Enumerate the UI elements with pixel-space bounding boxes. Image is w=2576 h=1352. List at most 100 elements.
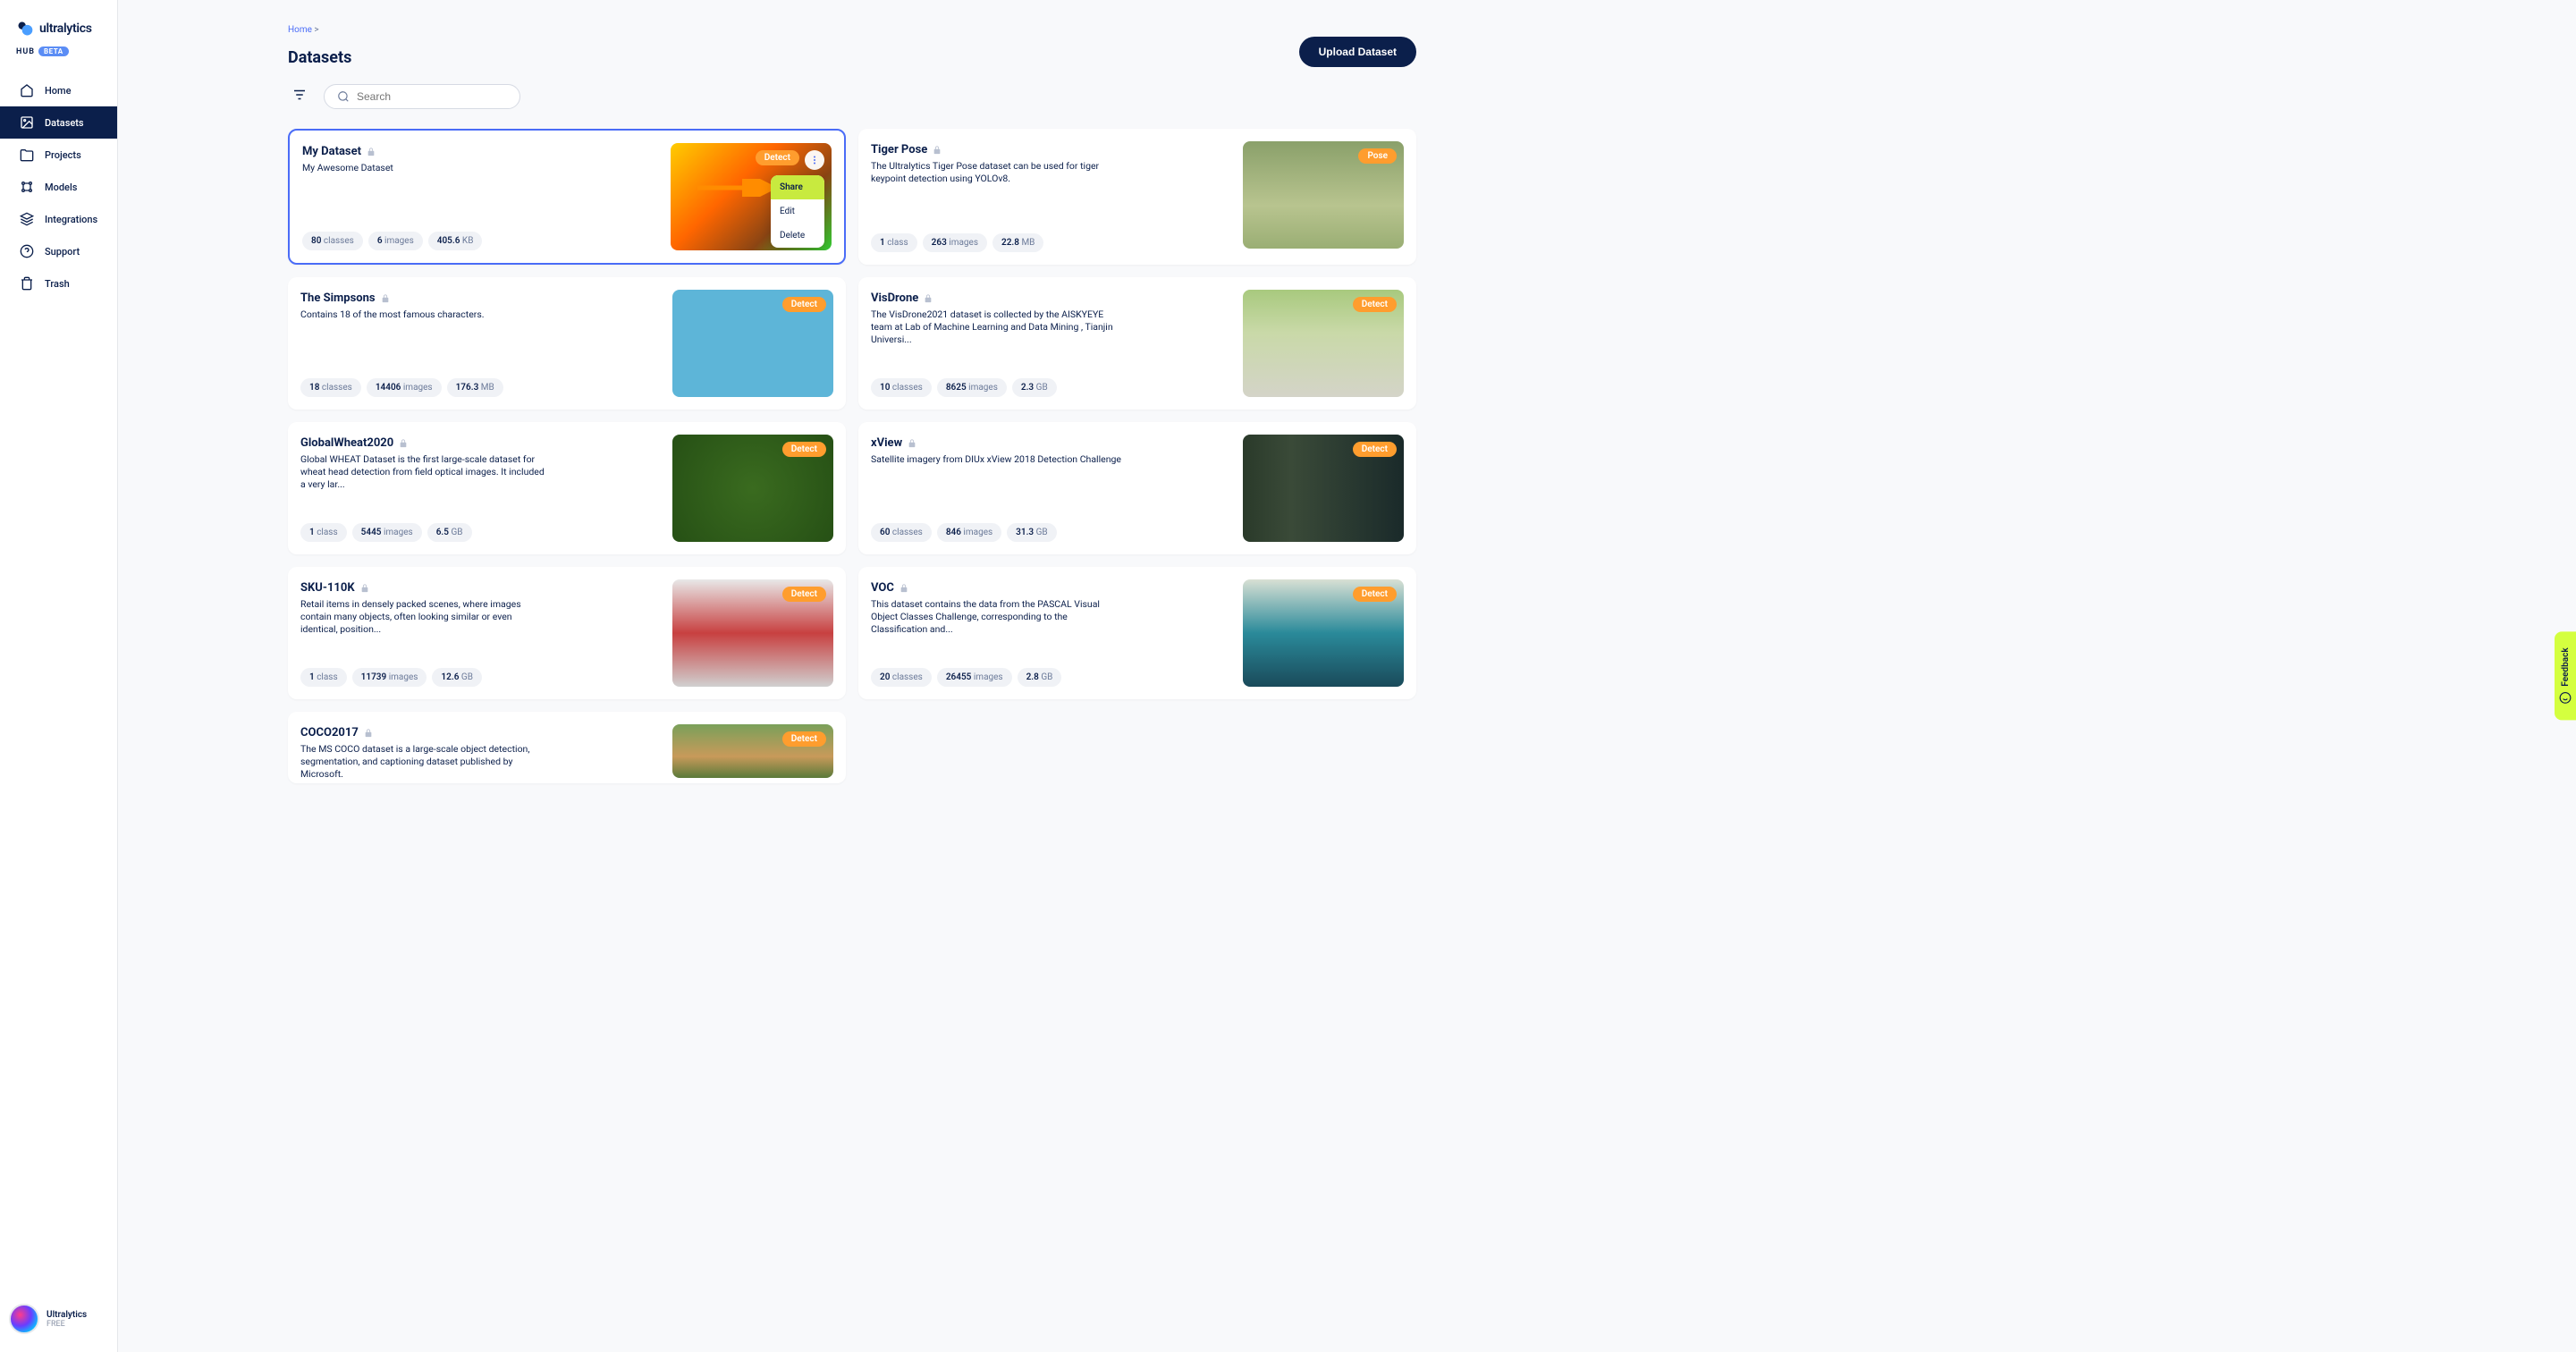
card-thumb: Pose <box>1243 141 1404 249</box>
sidebar: ultralytics HUB BETA Home Datasets Proje… <box>0 0 118 1352</box>
card-desc: Contains 18 of the most famous character… <box>300 308 551 321</box>
popup-edit[interactable]: Edit <box>771 199 824 224</box>
card-chips: 18 classes14406 images176.3 MB <box>300 378 660 397</box>
help-icon <box>20 244 34 258</box>
card-desc: Retail items in densely packed scenes, w… <box>300 598 551 637</box>
popup-delete[interactable]: Delete <box>771 224 824 248</box>
chip-classes: 10 classes <box>871 378 932 397</box>
lock-icon <box>360 579 369 596</box>
nav-projects[interactable]: Projects <box>0 139 117 171</box>
dataset-card[interactable]: xViewSatellite imagery from DIUx xView 2… <box>858 422 1416 554</box>
dataset-card[interactable]: SKU-110K Retail items in densely packed s… <box>288 567 846 699</box>
lock-icon <box>933 141 942 158</box>
card-body: VisDroneThe VisDrone2021 dataset is coll… <box>871 290 1230 397</box>
header-row: Datasets Upload Dataset <box>288 37 1416 67</box>
dataset-card[interactable]: GlobalWheat2020Global WHEAT Dataset is t… <box>288 422 846 554</box>
card-thumb: Detect <box>672 579 833 687</box>
chip-images: 14406 images <box>367 378 442 397</box>
chip-images: 846 images <box>937 523 1001 542</box>
feedback-icon <box>2559 692 2572 705</box>
dataset-card[interactable]: Tiger Pose The Ultralytics Tiger Pose dat… <box>858 129 1416 265</box>
card-body: SKU-110K Retail items in densely packed s… <box>300 579 660 687</box>
dataset-card[interactable]: VOCThis dataset contains the data from t… <box>858 567 1416 699</box>
dataset-card[interactable]: VisDroneThe VisDrone2021 dataset is coll… <box>858 277 1416 410</box>
card-body: The Simpsons Contains 18 of the most famo… <box>300 290 660 397</box>
card-desc: My Awesome Dataset <box>302 162 553 174</box>
nav-integrations[interactable]: Integrations <box>0 203 117 235</box>
nav: Home Datasets Projects Models Integratio… <box>0 67 117 307</box>
card-desc: The Ultralytics Tiger Pose dataset can b… <box>871 160 1121 185</box>
beta-pill: BETA <box>38 46 69 56</box>
chip-images: 11739 images <box>352 668 427 687</box>
nav-models[interactable]: Models <box>0 171 117 203</box>
nav-trash[interactable]: Trash <box>0 267 117 300</box>
nav-home[interactable]: Home <box>0 74 117 106</box>
lock-icon <box>908 435 916 452</box>
task-badge: Pose <box>1358 148 1397 164</box>
card-title-row: SKU-110K <box>300 579 660 596</box>
card-title-row: COCO2017 <box>300 724 660 741</box>
breadcrumb-home[interactable]: Home <box>288 25 312 35</box>
card-title: Tiger Pose <box>871 143 927 156</box>
card-title-row: My Dataset <box>302 143 658 160</box>
main-content: Home > Datasets Upload Dataset My Datase… <box>118 0 1470 1352</box>
card-thumb: Detect <box>1243 435 1404 542</box>
chip-classes: 1 class <box>300 668 347 687</box>
task-badge: Detect <box>1353 587 1397 602</box>
card-chips: 10 classes 8625 images 2.3 GB <box>871 378 1230 397</box>
user-plan: FREE <box>46 1320 87 1329</box>
sidebar-user[interactable]: Ultralytics FREE <box>0 1293 117 1352</box>
home-icon <box>20 83 34 97</box>
card-body: xViewSatellite imagery from DIUx xView 2… <box>871 435 1230 542</box>
dataset-card[interactable]: My Dataset My Awesome Dataset 80 classes6 … <box>288 129 846 265</box>
card-title: SKU-110K <box>300 581 355 595</box>
dataset-card[interactable]: The Simpsons Contains 18 of the most famo… <box>288 277 846 410</box>
logo-mark-icon <box>16 20 34 38</box>
card-chips: 1 class5445 images6.5 GB <box>300 523 660 542</box>
more-vertical-icon <box>809 155 820 165</box>
upload-dataset-button[interactable]: Upload Dataset <box>1299 37 1416 67</box>
chip-images: 8625 images <box>937 378 1007 397</box>
chip-images: 5445 images <box>352 523 422 542</box>
card-title: COCO2017 <box>300 726 359 739</box>
trash-icon <box>20 276 34 291</box>
chip-size: 31.3 GB <box>1007 523 1057 542</box>
chip-classes: 20 classes <box>871 668 932 687</box>
nav-datasets[interactable]: Datasets <box>0 106 117 139</box>
filter-button[interactable] <box>288 83 311 109</box>
card-menu-button[interactable] <box>805 150 824 170</box>
card-chips: 1 class11739 images12.6 GB <box>300 668 660 687</box>
card-body: GlobalWheat2020Global WHEAT Dataset is t… <box>300 435 660 542</box>
nav-support[interactable]: Support <box>0 235 117 267</box>
nav-label: Home <box>45 85 72 97</box>
breadcrumb: Home > <box>288 25 1416 35</box>
card-body: Tiger Pose The Ultralytics Tiger Pose dat… <box>871 141 1230 252</box>
card-title: My Dataset <box>302 145 361 158</box>
lock-icon <box>381 290 390 307</box>
logo-sub: HUB BETA <box>0 46 117 67</box>
card-title: The Simpsons <box>300 292 376 305</box>
chip-size: 22.8 MB <box>992 233 1043 252</box>
toolbar <box>288 83 1416 109</box>
feedback-tab[interactable]: Feedback <box>2555 631 2576 720</box>
chip-classes: 18 classes <box>300 378 361 397</box>
card-chips: 1 class263 images22.8 MB <box>871 233 1230 252</box>
popup-share[interactable]: Share <box>771 175 824 199</box>
lock-icon <box>367 143 376 160</box>
chip-images: 26455 images <box>937 668 1012 687</box>
search-wrap <box>324 84 520 109</box>
chip-size: 2.3 GB <box>1012 378 1057 397</box>
logo-text: ultralytics <box>39 21 92 36</box>
nav-label: Trash <box>45 278 70 290</box>
search-input[interactable] <box>357 90 507 103</box>
card-body: VOCThis dataset contains the data from t… <box>871 579 1230 687</box>
card-title: VisDrone <box>871 292 918 305</box>
card-chips: 80 classes6 images405.6 KB <box>302 232 658 250</box>
card-title-row: VOC <box>871 579 1230 596</box>
logo[interactable]: ultralytics <box>0 0 117 46</box>
chip-images: 263 images <box>923 233 987 252</box>
dataset-card[interactable]: COCO2017The MS COCO dataset is a large-s… <box>288 712 846 783</box>
task-badge: Detect <box>782 587 826 602</box>
card-thumb: Detect <box>672 290 833 397</box>
card-title: GlobalWheat2020 <box>300 436 393 450</box>
